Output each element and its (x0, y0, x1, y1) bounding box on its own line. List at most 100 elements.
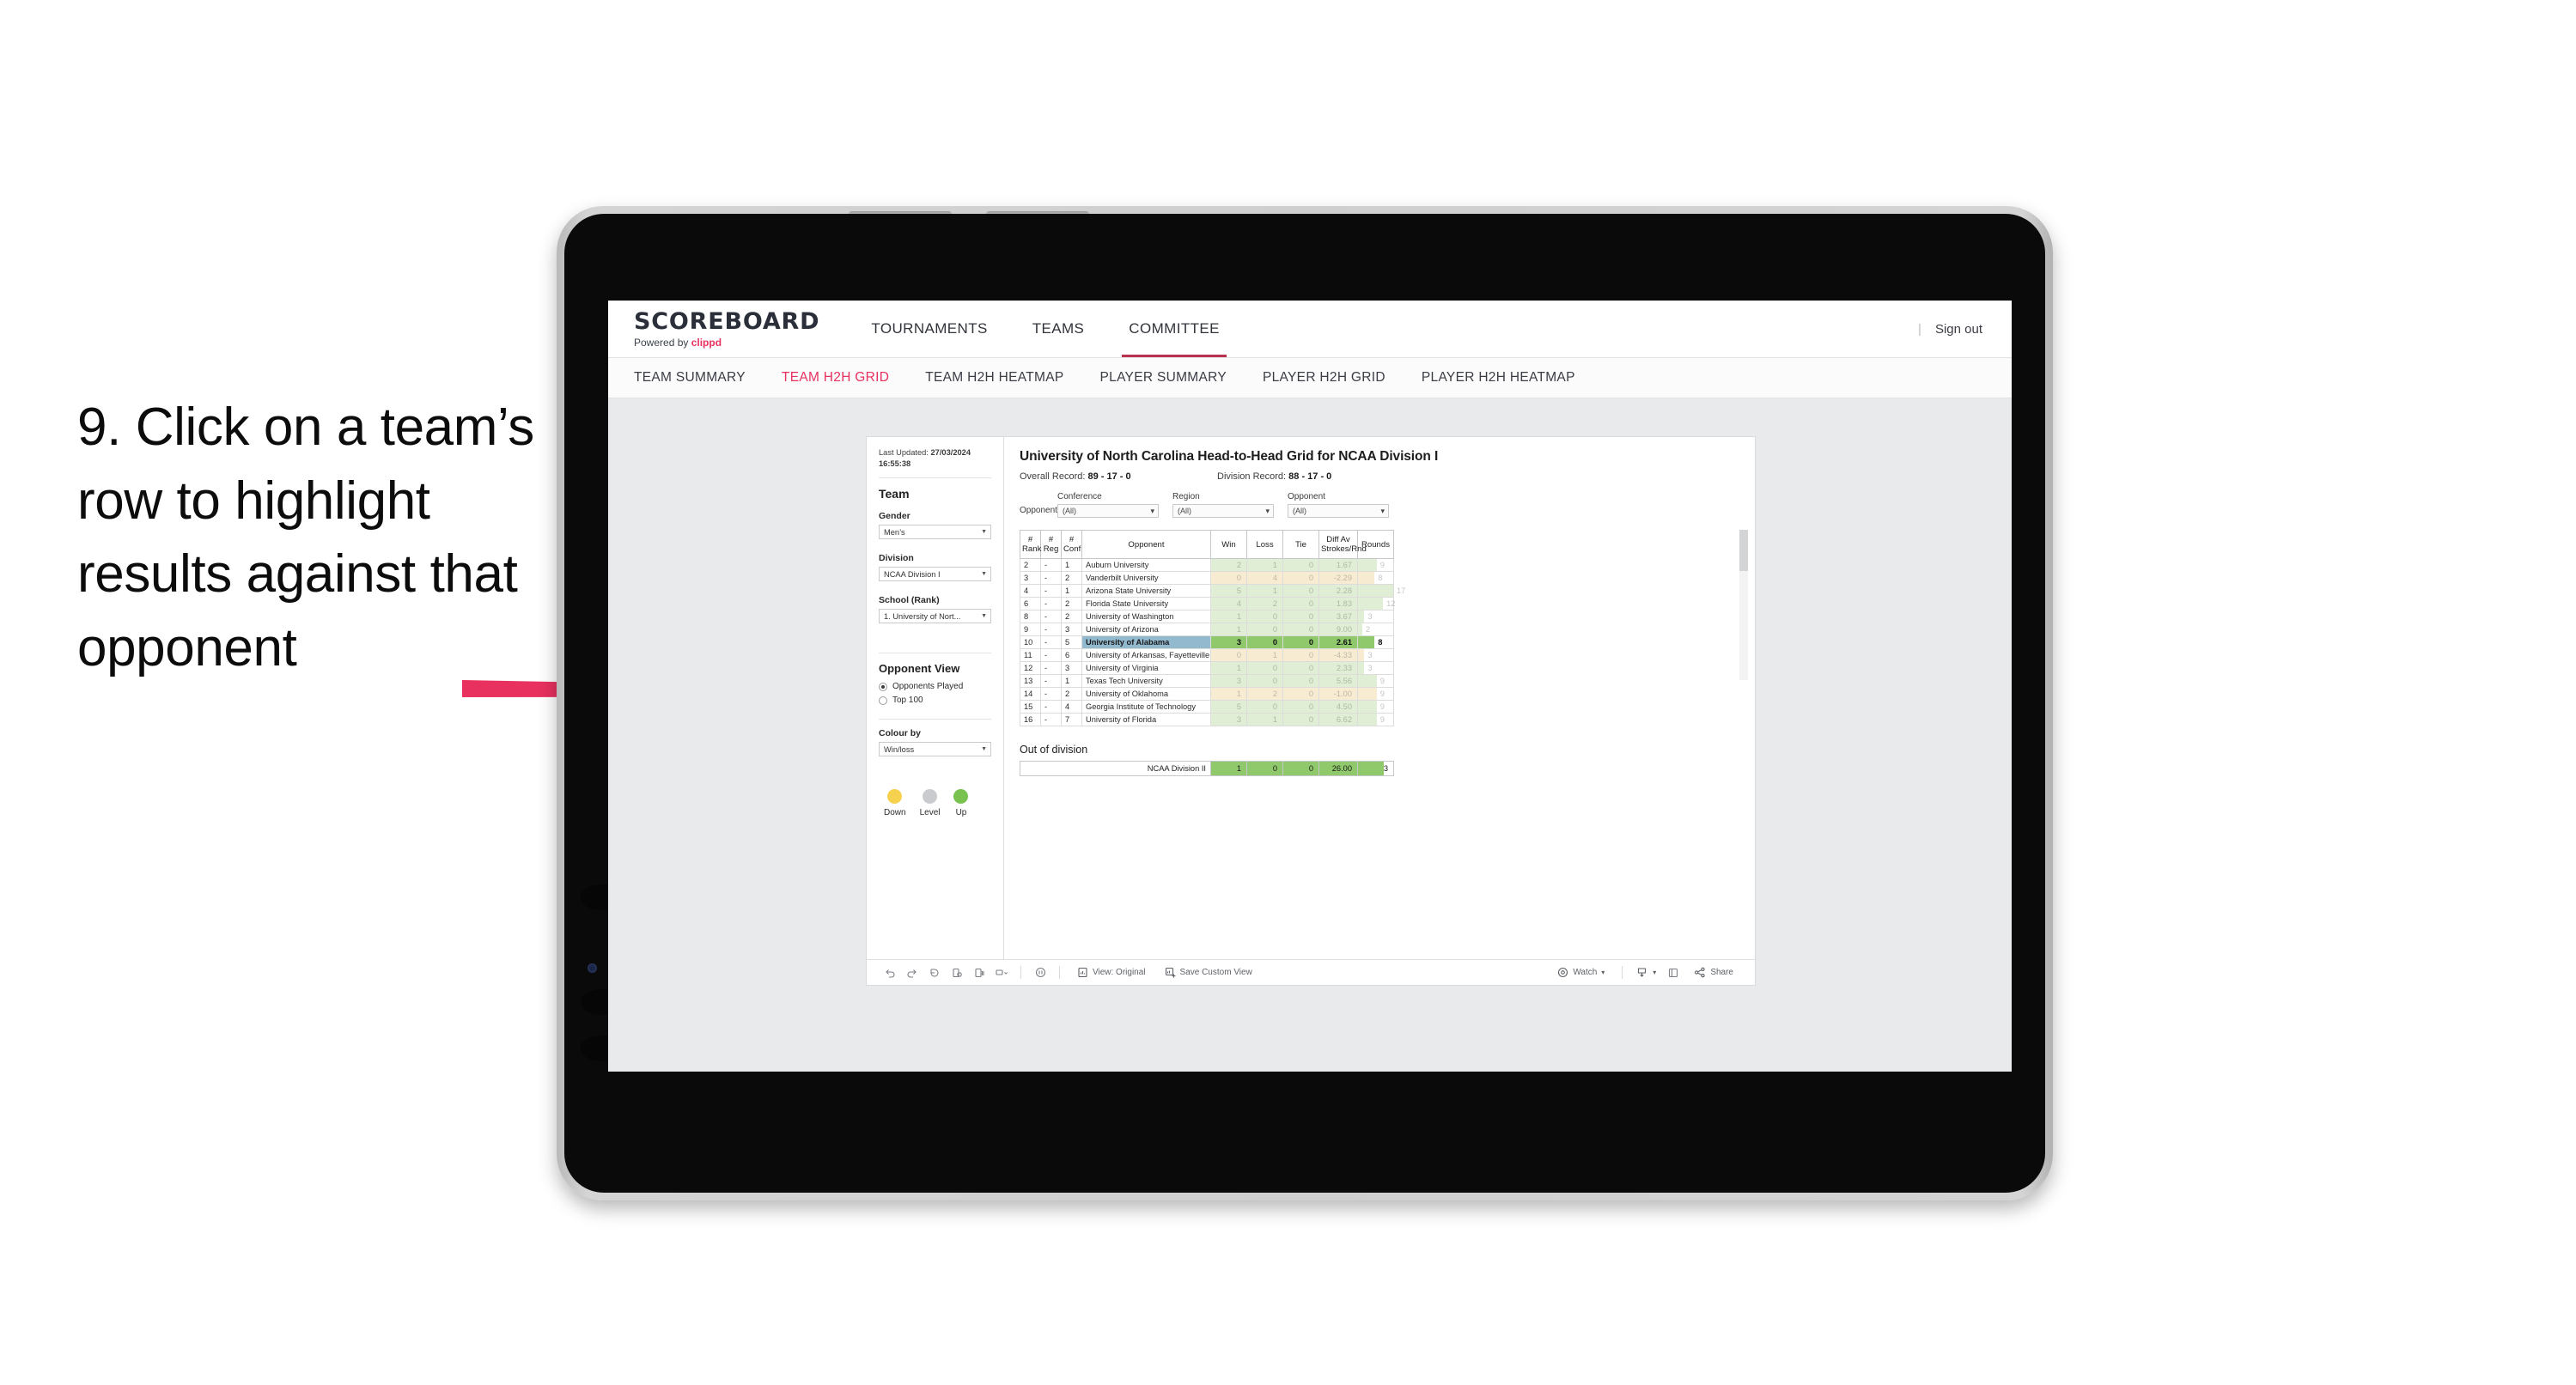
radio-opponents-played[interactable]: Opponents Played (879, 682, 991, 691)
cell-loss: 2 (1246, 687, 1283, 702)
revert-icon[interactable] (923, 967, 946, 979)
filter-opponent: Opponent (All) ▾ (1288, 492, 1389, 518)
nav-tournaments[interactable]: TOURNAMENTS (849, 301, 1009, 357)
pause-auto-update-icon[interactable] (1029, 966, 1051, 979)
cell-reg: - (1040, 623, 1062, 637)
sign-out-button[interactable]: Sign out (1935, 322, 1982, 337)
col-header-rank[interactable]: # Rank (1020, 529, 1041, 560)
view-original-button[interactable]: View: Original (1068, 967, 1155, 978)
school-rank-select[interactable]: 1. University of Nort... ▼ (879, 609, 991, 624)
cell-tie: 0 (1282, 635, 1319, 650)
cell-opponent[interactable]: University of Alabama (1081, 635, 1211, 650)
table-row[interactable]: 3-2 Vanderbilt University 0 4 0 -2.29 8 (1020, 571, 1394, 586)
radio-top-100[interactable]: Top 100 (879, 696, 991, 705)
filter-region-select[interactable]: (All) ▾ (1172, 504, 1274, 518)
clippd-label: clippd (691, 336, 722, 349)
nav-teams[interactable]: TEAMS (1010, 301, 1107, 357)
cell-opponent[interactable]: University of Florida (1081, 713, 1211, 727)
undo-icon[interactable] (879, 967, 901, 979)
share-label: Share (1710, 968, 1733, 977)
col-header-reg[interactable]: # Reg (1040, 529, 1062, 560)
download-button[interactable]: ▾ (1630, 967, 1662, 978)
cell-opponent[interactable]: Auburn University (1081, 558, 1211, 573)
table-row[interactable]: 11-6 University of Arkansas, Fayetteville… (1020, 648, 1394, 663)
cell-opponent[interactable]: Georgia Institute of Technology (1081, 700, 1211, 714)
fullscreen-icon[interactable] (1662, 967, 1684, 979)
subnav-player-h2h-grid[interactable]: PLAYER H2H GRID (1263, 370, 1385, 386)
save-custom-view-label: Save Custom View (1179, 968, 1252, 977)
cell-win: 1 (1210, 623, 1247, 637)
cell-loss: 0 (1246, 674, 1283, 689)
out-of-division-tie-cell: 0 (1282, 761, 1319, 777)
cell-opponent[interactable]: University of Washington (1081, 610, 1211, 624)
filter-conference-select[interactable]: (All) ▾ (1057, 504, 1159, 518)
pause-icon[interactable] (968, 967, 990, 979)
watch-button[interactable]: Watch ▾ (1548, 967, 1614, 978)
redo-icon[interactable] (901, 967, 923, 979)
cell-opponent[interactable]: Arizona State University (1081, 584, 1211, 598)
cell-diff: 2.33 (1318, 661, 1358, 676)
table-row[interactable]: 4-1 Arizona State University 5 1 0 2.28 17 (1020, 584, 1405, 598)
nav-committee[interactable]: COMMITTEE (1106, 301, 1242, 357)
col-header-diff-av-strokes-rnd[interactable]: Diff Av Strokes/Rnd (1318, 529, 1367, 560)
cell-opponent[interactable]: University of Oklahoma (1081, 687, 1211, 702)
subnav-team-h2h-grid[interactable]: TEAM H2H GRID (782, 370, 889, 386)
division-label: Division (879, 553, 914, 564)
cell-reg: - (1040, 674, 1062, 689)
cell-rounds: 3 (1357, 661, 1394, 676)
table-row[interactable]: 10-5 University of Alabama 3 0 0 2.61 8 (1020, 635, 1394, 650)
cell-conf: 2 (1061, 571, 1082, 586)
table-row[interactable]: 14-2 University of Oklahoma 1 2 0 -1.00 9 (1020, 687, 1394, 702)
cell-reg: - (1040, 558, 1062, 573)
table-row[interactable]: 13-1 Texas Tech University 3 0 0 5.56 9 (1020, 674, 1394, 689)
table-row[interactable]: 15-4 Georgia Institute of Technology 5 0 0 4.… (1020, 700, 1394, 714)
table-row[interactable]: 8-2 University of Washington 1 0 0 3.67 3 (1020, 610, 1394, 624)
col-header-tie[interactable]: Tie (1282, 529, 1319, 560)
subnav-player-summary[interactable]: PLAYER SUMMARY (1100, 370, 1227, 386)
download-icon (1638, 968, 1647, 977)
table-row[interactable]: 16-7 University of Florida 3 1 0 6.62 9 (1020, 713, 1394, 727)
cell-opponent[interactable]: Florida State University (1081, 597, 1211, 611)
device-preview-icon[interactable] (990, 967, 1013, 979)
radio-opponents-played-label: Opponents Played (892, 682, 964, 692)
cell-diff: 3.67 (1318, 610, 1358, 624)
cell-opponent[interactable]: University of Virginia (1081, 661, 1211, 676)
device-camera-dot (588, 963, 597, 973)
share-button[interactable]: Share (1684, 967, 1743, 978)
table-row[interactable]: 12-3 University of Virginia 1 0 0 2.33 3 (1020, 661, 1394, 676)
table-row[interactable]: 6-2 Florida State University 4 2 0 1.83 12 (1020, 597, 1395, 611)
table-row[interactable]: 9-3 University of Arizona 1 0 0 9.00 2 (1020, 623, 1394, 637)
cell-opponent[interactable]: University of Arizona (1081, 623, 1211, 637)
cell-diff: 1.67 (1318, 558, 1358, 573)
refresh-icon[interactable] (946, 967, 968, 979)
col-header-opponent[interactable]: Opponent (1081, 529, 1211, 560)
subnav-player-h2h-heatmap[interactable]: PLAYER H2H HEATMAP (1422, 370, 1575, 386)
subnav-team-summary[interactable]: TEAM SUMMARY (634, 370, 746, 386)
colour-by-select[interactable]: Win/loss ▼ (879, 742, 991, 757)
table-scroll-thumb[interactable] (1739, 530, 1748, 571)
division-select[interactable]: NCAA Division I ▼ (879, 567, 991, 582)
cell-opponent[interactable]: Texas Tech University (1081, 674, 1211, 689)
cell-opponent[interactable]: Vanderbilt University (1081, 571, 1211, 586)
table-row[interactable]: 2-1 Auburn University 2 1 0 1.67 9 (1020, 558, 1394, 573)
cell-tie: 0 (1282, 674, 1319, 689)
out-of-division-row[interactable]: NCAA Division II 1 0 0 26.00 3 (1020, 761, 1394, 777)
col-header-loss[interactable]: Loss (1246, 529, 1283, 560)
subnav-team-h2h-heatmap[interactable]: TEAM H2H HEATMAP (925, 370, 1063, 386)
h2h-table-wrapper: # Rank # Reg # Conf Opponent Win Loss Tie Diff Av S… (1020, 529, 1748, 727)
cell-tie: 0 (1282, 623, 1319, 637)
col-header-win[interactable]: Win (1210, 529, 1247, 560)
gender-select[interactable]: Men’s ▼ (879, 525, 991, 540)
filter-opponent-select[interactable]: (All) ▾ (1288, 504, 1389, 518)
cell-conf: 2 (1061, 610, 1082, 624)
cell-rounds: 2 (1357, 623, 1394, 637)
col-header-rounds[interactable]: Rounds (1357, 529, 1394, 560)
col-header-conf[interactable]: # Conf (1061, 529, 1082, 560)
save-custom-view-button[interactable]: Save Custom View (1155, 967, 1262, 978)
cell-opponent[interactable]: University of Arkansas, Fayetteville (1081, 648, 1211, 663)
brand-logo: SCOREBOARD Powered by clippd (608, 301, 849, 357)
divider: | (1918, 321, 1921, 337)
chevron-down-icon: ▾ (1380, 506, 1385, 515)
table-scrollbar[interactable] (1739, 530, 1748, 680)
cell-rank: 16 (1020, 713, 1041, 727)
